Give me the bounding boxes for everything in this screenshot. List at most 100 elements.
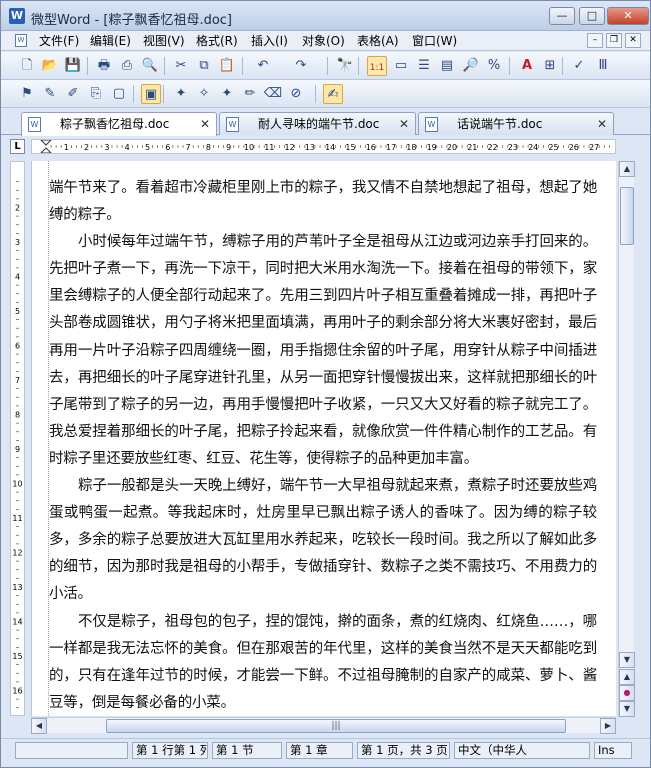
previous-page-button[interactable]: ▲	[619, 669, 635, 685]
menu-object[interactable]: 对象(O)	[302, 33, 345, 49]
word-count-button[interactable]: Ⅲ	[593, 56, 613, 76]
new-document-button[interactable]: 🗋	[17, 56, 37, 76]
ruler-tick-label: 25	[548, 143, 558, 152]
next-page-button[interactable]: ▼	[619, 701, 635, 717]
maximize-button[interactable]: □	[579, 7, 605, 25]
zoom-icon: 🔎	[462, 58, 480, 73]
menu-view[interactable]: 视图(V)	[143, 33, 185, 49]
print-button[interactable]: 🖶	[94, 56, 114, 76]
tab-stop-selector[interactable]: L	[10, 139, 25, 154]
print-preview-button[interactable]: 🔍	[140, 56, 160, 76]
word-document-icon: W	[226, 117, 239, 132]
tab-close-icon[interactable]: ✕	[597, 113, 607, 135]
horizontal-scroll-thumb[interactable]: |||	[106, 719, 566, 733]
page-setup-button[interactable]: ▢	[109, 84, 129, 104]
menu-window[interactable]: 窗口(W)	[412, 33, 457, 49]
status-bar: 第 1 行第 1 列 第 1 节 第 1 章 第 1 页，共 3 页 中文（中华…	[1, 738, 650, 767]
document-page[interactable]: 端午节来了。看着超市冷藏柜里刚上市的粽子，我又情不自禁地想起了祖母，想起了她缚的…	[31, 161, 616, 716]
status-language: 中文（中华人	[454, 742, 590, 759]
document-tab-bar: W 粽子飘香忆祖母.doc ✕ W 耐人寻味的端午节.doc ✕ W 话说端午节…	[1, 109, 650, 136]
toolbar-separator	[87, 57, 88, 75]
paragraph-1[interactable]: 端午节来了。看着超市冷藏柜里刚上市的粽子，我又情不自禁地想起了祖母，想起了她缚的…	[49, 175, 597, 229]
scroll-right-button[interactable]: ▶	[600, 718, 616, 734]
font-color-button[interactable]: A	[517, 56, 537, 76]
highlight-yellow-button[interactable]: ✧	[194, 84, 214, 104]
tab-document-3[interactable]: W 话说端午节.doc ✕	[418, 112, 614, 135]
horizontal-scrollbar[interactable]: ◀ ||| ▶	[31, 717, 616, 734]
edit-page-button[interactable]: ✐	[63, 84, 83, 104]
outline-button[interactable]: ☰	[414, 56, 434, 76]
copy-button[interactable]: ⧉	[194, 56, 214, 76]
standard-toolbar: 🗋 📂 💾 🖶 ⎙ 🔍 ✂ ⧉ 📋 ↶ ↷ 🔭 1:1 ▭ ☰ ▤ 🔎% A ⊞ ✓ Ⅲ	[1, 52, 650, 80]
document-icon[interactable]: W	[15, 34, 27, 47]
ruler-tick-label: 2	[15, 204, 20, 213]
cut-button[interactable]: ✂	[171, 56, 191, 76]
ruler-tick-label: 12	[285, 143, 295, 152]
doc-close-button[interactable]: ✕	[625, 33, 641, 48]
clear-button[interactable]: ⊘	[286, 84, 306, 104]
eraser-button[interactable]: ⌫	[263, 84, 283, 104]
tab-close-icon[interactable]: ✕	[200, 113, 210, 135]
undo-button[interactable]: ↶	[253, 56, 273, 76]
find-button[interactable]: 🔭	[335, 56, 355, 76]
save-button[interactable]: 💾	[63, 56, 83, 76]
outline-icon: ☰	[418, 58, 430, 73]
track-changes-icon: ✍	[327, 87, 339, 102]
menu-format[interactable]: 格式(R)	[196, 33, 238, 49]
tab-document-2[interactable]: W 耐人寻味的端午节.doc ✕	[219, 112, 416, 135]
pdf-export-button[interactable]: ⎙	[117, 56, 137, 76]
ruler-tick-label: 7	[186, 143, 191, 152]
title-bar[interactable]: W 微型Word - [粽子飘香忆祖母.doc] — □ ✕	[1, 1, 650, 31]
tab-close-icon[interactable]: ✕	[399, 113, 409, 135]
vertical-ruler[interactable]: 234567891011121314151617	[10, 161, 25, 730]
paste-button[interactable]: 📋	[217, 56, 237, 76]
spelling-button[interactable]: ✓	[569, 56, 589, 76]
paragraph-2[interactable]: 小时候每年过端午节，缚粽子用的芦苇叶子全是祖母从江边或河边亲手打回来的。先把叶子…	[49, 229, 597, 473]
ruler-tick-label: 5	[145, 143, 150, 152]
highlight-button[interactable]: ✦	[171, 84, 191, 104]
open-folder-button[interactable]: 📂	[40, 56, 60, 76]
insert-object-button[interactable]: ▣	[141, 84, 161, 104]
browse-object-button[interactable]: ●	[619, 685, 635, 701]
percent-button[interactable]: %	[484, 56, 504, 76]
bookmark-button[interactable]: ⚑	[17, 84, 37, 104]
editing-toolbar: ⚑ ✎ ✐ ⎘ ▢ ▣ ✦ ✧ ✦ ✏ ⌫ ⊘ ✍	[1, 80, 650, 108]
pen-button[interactable]: ✏	[240, 84, 260, 104]
document-body[interactable]: 端午节来了。看着超市冷藏柜里刚上市的粽子，我又情不自禁地想起了祖母，想起了她缚的…	[49, 175, 597, 716]
text-box-button[interactable]: ⊞	[540, 56, 560, 76]
close-button[interactable]: ✕	[607, 7, 649, 25]
menu-edit[interactable]: 编辑(E)	[90, 33, 131, 49]
ruler-tick-label: 11	[12, 514, 22, 523]
paragraph-3[interactable]: 粽子一般都是头一天晚上缚好，端午节一大早祖母就起来煮，煮粽子时还要放些鸡蛋或鸭蛋…	[49, 473, 597, 608]
track-changes-button[interactable]: ✍	[323, 84, 343, 104]
scroll-up-button[interactable]: ▲	[619, 161, 635, 177]
scroll-left-button[interactable]: ◀	[31, 718, 47, 734]
ruler-tick-label: 21	[467, 143, 477, 152]
zoom-button[interactable]: 🔎	[461, 56, 481, 76]
copy-format-button[interactable]: ⎘	[86, 84, 106, 104]
toolbar-separator	[163, 85, 164, 103]
menu-insert[interactable]: 插入(I)	[251, 33, 288, 49]
web-layout-button[interactable]: ▭	[391, 56, 411, 76]
horizontal-ruler[interactable]: 1 2 3 4 5 6 7 8 9 10 11 12 13 14 15 16 17 18 19 20 21 22 23 24 2…	[31, 139, 616, 154]
doc-restore-button[interactable]: ❐	[606, 33, 622, 48]
ruler-tick-label: 11	[264, 143, 274, 152]
page-layout-button[interactable]: 1:1	[367, 56, 387, 76]
word-document-icon: W	[28, 117, 41, 132]
paragraph-4[interactable]: 不仅是粽子，祖母包的包子，捏的馄饨，擀的面条，煮的红烧肉、红烧鱼……，哪一样都是…	[49, 609, 597, 717]
highlight-green-button[interactable]: ✦	[217, 84, 237, 104]
draft-button[interactable]: ▤	[437, 56, 457, 76]
menu-file[interactable]: 文件(F)	[39, 33, 79, 49]
menu-table[interactable]: 表格(A)	[357, 33, 399, 49]
vertical-scrollbar[interactable]: ▲ ▼ ▲ ● ▼	[618, 161, 635, 717]
minimize-button[interactable]: —	[549, 7, 575, 25]
edit-note-button[interactable]: ✎	[40, 84, 60, 104]
doc-minimize-button[interactable]: –	[587, 33, 603, 48]
tab-document-1[interactable]: W 粽子飘香忆祖母.doc ✕	[21, 112, 217, 136]
vertical-scroll-thumb[interactable]	[620, 187, 634, 245]
word-app-icon[interactable]: W	[9, 8, 25, 24]
redo-button[interactable]: ↷	[291, 56, 311, 76]
status-insert-mode[interactable]: Ins	[594, 742, 632, 759]
scroll-down-button[interactable]: ▼	[619, 652, 635, 668]
open-folder-icon: 📂	[41, 58, 59, 73]
